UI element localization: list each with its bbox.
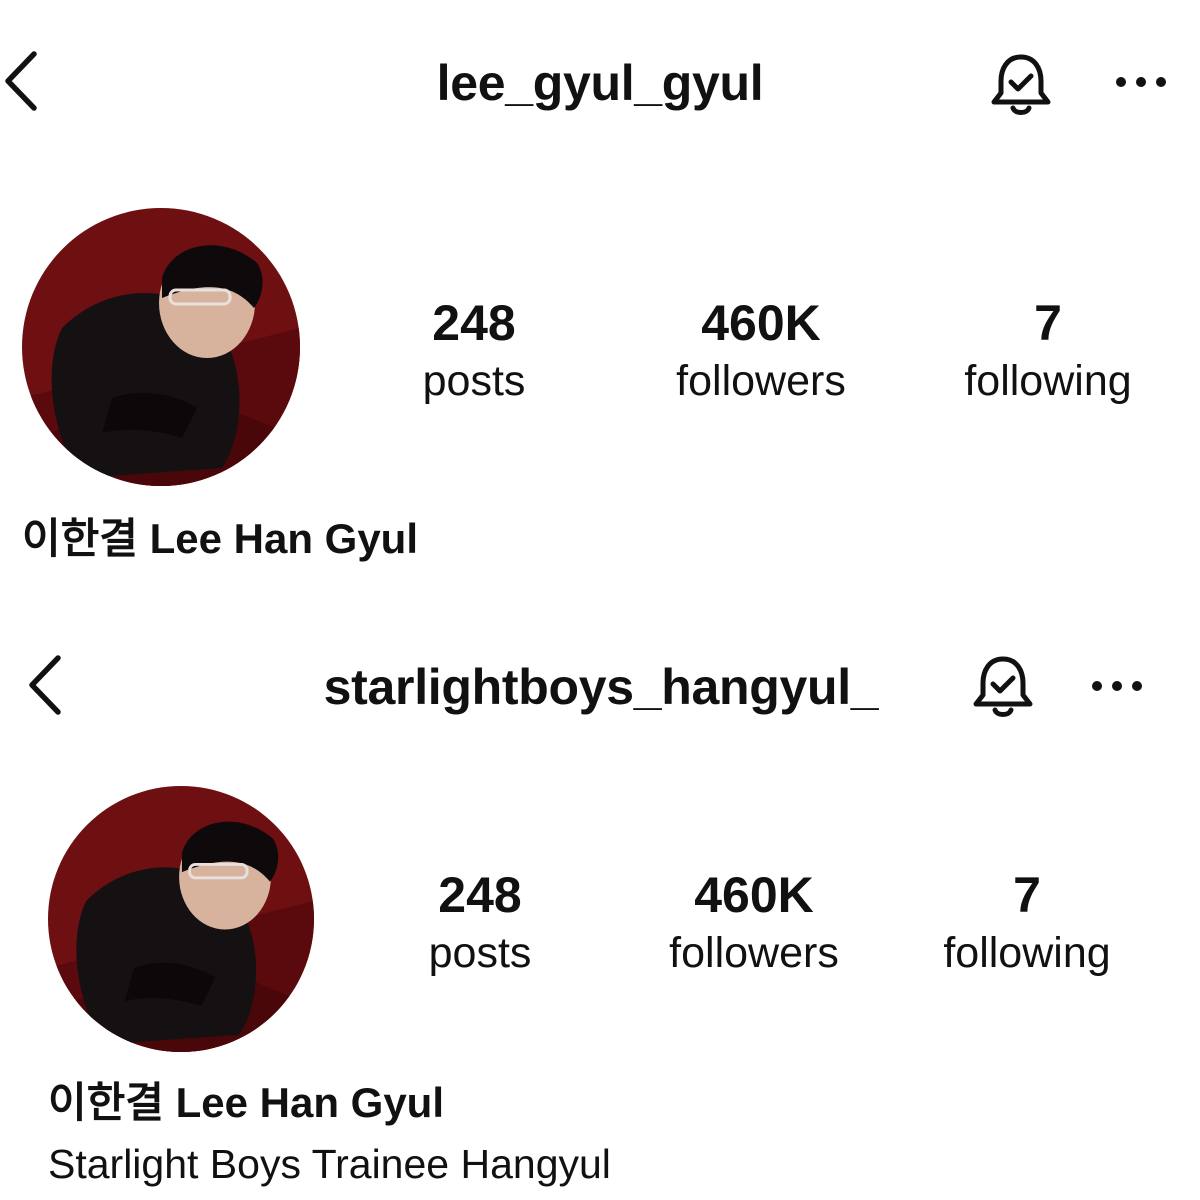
username-title: lee_gyul_gyul bbox=[436, 55, 764, 111]
stat-following-1[interactable]: 7 following bbox=[964, 298, 1131, 403]
stat-following-2[interactable]: 7 following bbox=[943, 870, 1110, 975]
bio-text-2: Starlight Boys Trainee Hangyul bbox=[48, 1141, 611, 1187]
stat-value: 248 bbox=[432, 295, 516, 351]
stat-label: following bbox=[943, 929, 1111, 977]
bell-check-icon[interactable] bbox=[968, 652, 1038, 722]
more-options-icon[interactable] bbox=[1114, 74, 1168, 90]
stat-label: following bbox=[964, 357, 1132, 405]
stat-value: 460K bbox=[694, 867, 814, 923]
avatar-photo bbox=[48, 786, 314, 1052]
stat-posts-2[interactable]: 248 posts bbox=[429, 870, 532, 975]
stat-value: 248 bbox=[438, 867, 522, 923]
stat-label: followers bbox=[676, 357, 846, 405]
back-chevron-icon[interactable] bbox=[0, 50, 44, 112]
bell-check-icon[interactable] bbox=[986, 50, 1056, 120]
stat-label: posts bbox=[422, 357, 526, 405]
display-name-2: 이한결 Lee Han Gyul bbox=[48, 1079, 444, 1126]
stat-followers-2[interactable]: 460K followers bbox=[669, 870, 839, 975]
stat-value: 7 bbox=[1034, 295, 1062, 351]
profile-avatar-2[interactable] bbox=[48, 786, 314, 1052]
stat-label: posts bbox=[428, 929, 532, 977]
stat-label: followers bbox=[669, 929, 839, 977]
display-name-1: 이한결 Lee Han Gyul bbox=[22, 515, 418, 562]
stat-posts-1[interactable]: 248 posts bbox=[423, 298, 526, 403]
stat-value: 460K bbox=[701, 295, 821, 351]
stat-value: 7 bbox=[1013, 867, 1041, 923]
username-title: starlightboys_hangyul_ bbox=[323, 659, 879, 715]
avatar-photo bbox=[22, 208, 300, 486]
profile-avatar-1[interactable] bbox=[22, 208, 300, 486]
back-chevron-icon[interactable] bbox=[24, 654, 68, 716]
more-options-icon[interactable] bbox=[1090, 678, 1144, 694]
stat-followers-1[interactable]: 460K followers bbox=[676, 298, 846, 403]
